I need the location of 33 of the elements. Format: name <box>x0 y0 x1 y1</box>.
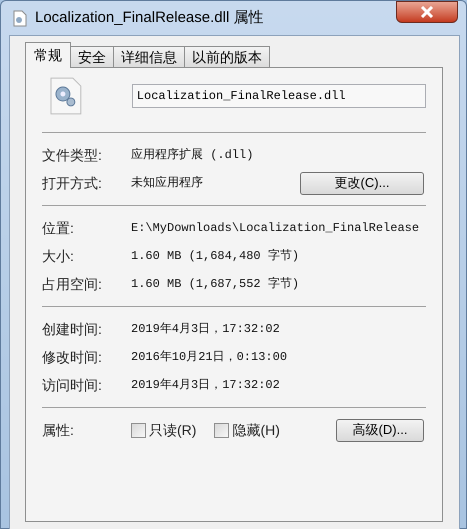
field-label: 大小: <box>42 246 75 266</box>
field-value: 未知应用程序 <box>131 175 203 192</box>
field-label: 文件类型: <box>42 146 103 164</box>
close-button[interactable] <box>396 1 458 23</box>
advanced-button[interactable]: 高级(D)... <box>336 418 424 442</box>
file-name-field[interactable]: Localization_FinalRelease.dll <box>132 84 426 108</box>
field-value: 2016年10月21日，0:13:00 <box>131 349 288 366</box>
tab[interactable]: 以前的版本 <box>184 46 270 68</box>
checkbox-label: 只读(R) <box>149 420 196 440</box>
field-label: 属性: <box>42 420 75 440</box>
checkbox[interactable] <box>131 422 146 438</box>
field-value: E:\MyDownloads\Localization_FinalRelease <box>131 220 420 237</box>
document-icon <box>13 10 27 26</box>
field-value: 应用程序扩展 (.dll) <box>131 147 254 164</box>
field-value: 1.60 MB (1,687,552 字节) <box>131 276 300 293</box>
field-label: 创建时间: <box>42 320 103 338</box>
change-button[interactable]: 更改(C)... <box>300 172 424 194</box>
tab[interactable]: 常规 <box>25 42 71 68</box>
checkbox[interactable] <box>214 422 230 438</box>
gear-file-icon <box>50 77 82 115</box>
tab[interactable]: 详细信息 <box>113 46 185 68</box>
field-label: 打开方式: <box>42 174 103 192</box>
window-title: Localization_FinalRelease.dll 属性 <box>35 8 264 28</box>
tab[interactable]: 安全 <box>70 46 114 68</box>
field-value: 1.60 MB (1,684,480 字节) <box>131 248 300 265</box>
field-label: 位置: <box>42 218 75 238</box>
checkbox-label: 隐藏(H) <box>232 420 280 440</box>
field-value: 2019年4月3日，17:32:02 <box>131 377 280 394</box>
close-icon <box>420 6 434 18</box>
field-label: 占用空间: <box>42 274 103 294</box>
field-label: 修改时间: <box>42 348 103 366</box>
field-label: 访问时间: <box>42 376 103 394</box>
field-value: 2019年4月3日，17:32:02 <box>131 321 280 338</box>
